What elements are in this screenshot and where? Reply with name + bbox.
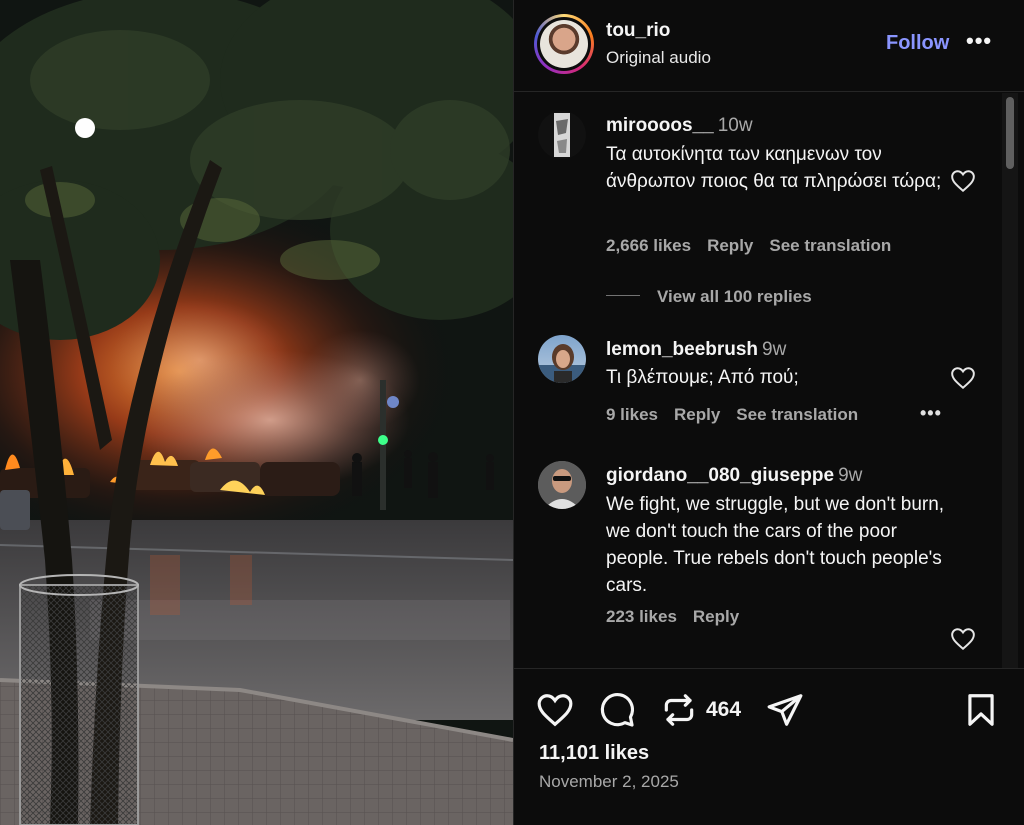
- scrollbar-thumb[interactable]: [1006, 97, 1014, 169]
- comments-scrollbar[interactable]: [1002, 93, 1018, 668]
- comment-timestamp: 9w: [838, 465, 863, 486]
- commenter-avatar[interactable]: [538, 111, 586, 159]
- comment-likes[interactable]: 223 likes: [606, 607, 677, 626]
- comment-meta: 9 likes Reply See translation: [606, 405, 874, 425]
- comment-username[interactable]: miroooos__ 10w: [606, 115, 753, 137]
- comments-list[interactable]: miroooos__ 10w Τα αυτοκίνητα των καημενων…: [514, 93, 1004, 668]
- comment-text: Τι βλέπουμε; Από πού;: [606, 367, 799, 388]
- commenter-avatar-image: [554, 113, 570, 157]
- repost-icon[interactable]: [660, 691, 698, 729]
- comment-username[interactable]: giordano__080_giuseppe 9w: [606, 465, 862, 487]
- comment-meta: 2,666 likes Reply See translation: [606, 236, 907, 256]
- commenter-avatar[interactable]: [538, 461, 586, 509]
- reply-button[interactable]: Reply: [707, 236, 753, 255]
- bookmark-icon[interactable]: [962, 691, 1000, 729]
- post-header: tou_rio Original audio Follow •••: [514, 0, 1024, 92]
- post-date: November 2, 2025: [539, 772, 679, 791]
- commenter-avatar[interactable]: [538, 335, 586, 383]
- more-options-icon[interactable]: •••: [966, 28, 992, 54]
- see-translation-button[interactable]: See translation: [736, 405, 858, 424]
- comment-text: Τα αυτοκίνητα των καημενων τον άνθρωπον …: [606, 144, 942, 192]
- comment-text: We fight, we struggle, but we don't burn…: [606, 494, 945, 596]
- comment-item: lemon_beebrush 9w Τι βλέπουμε; Από πού; 9…: [514, 321, 1004, 431]
- comment-username[interactable]: lemon_beebrush 9w: [606, 339, 786, 361]
- audio-label[interactable]: Original audio: [606, 48, 711, 68]
- comment-more-icon[interactable]: •••: [920, 403, 942, 424]
- comment-item: miroooos__ 10w Τα αυτοκίνητα των καημενων…: [514, 93, 1004, 313]
- avatar-image: [540, 20, 588, 68]
- commenter-avatar-image: [538, 461, 586, 509]
- replies-divider: [606, 295, 640, 296]
- author-avatar[interactable]: [534, 14, 594, 74]
- follow-button[interactable]: Follow: [886, 32, 949, 55]
- comment-timestamp: 10w: [717, 115, 753, 136]
- heart-icon[interactable]: [950, 169, 976, 193]
- view-replies-button[interactable]: View all 100 replies: [657, 287, 812, 307]
- commenter-avatar-image: [538, 344, 586, 383]
- reply-button[interactable]: Reply: [693, 607, 739, 626]
- author-username[interactable]: tou_rio: [606, 20, 670, 42]
- post-likes-count[interactable]: 11,101 likes: [539, 742, 649, 765]
- heart-icon[interactable]: [950, 366, 976, 390]
- post-video[interactable]: [0, 0, 513, 825]
- repost-count: 464: [706, 698, 742, 721]
- video-frame: [0, 0, 513, 825]
- comment-item: giordano__080_giuseppe 9w We fight, we st…: [514, 449, 1004, 651]
- reply-button[interactable]: Reply: [674, 405, 720, 424]
- post-panel: tou_rio Original audio Follow ••• mirooo…: [513, 0, 1024, 825]
- share-icon[interactable]: [766, 691, 804, 729]
- comment-likes[interactable]: 9 likes: [606, 405, 658, 424]
- comment-likes[interactable]: 2,666 likes: [606, 236, 691, 255]
- comment-timestamp: 9w: [762, 339, 787, 360]
- see-translation-button[interactable]: See translation: [769, 236, 891, 255]
- heart-icon[interactable]: [950, 627, 976, 651]
- heart-icon[interactable]: [536, 691, 574, 729]
- action-bar: 464 11,101 likes November 2, 2025: [514, 668, 1024, 825]
- comment-meta: 223 likes Reply: [606, 607, 755, 627]
- comment-icon[interactable]: [598, 691, 636, 729]
